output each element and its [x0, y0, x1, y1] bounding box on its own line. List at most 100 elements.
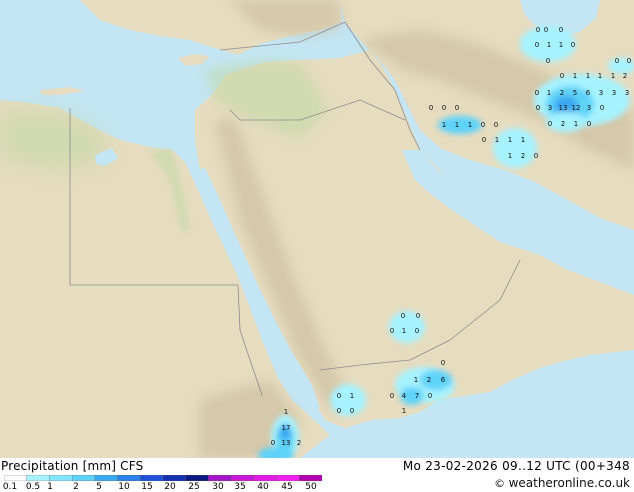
legend-tick: 5 — [96, 482, 102, 492]
legend-swatch — [4, 475, 28, 481]
map-area[interactable]: 0 0 0 0 1 1 0 0 0 0 0 1 1 1 1 2 0 1 2 5 6 3 3 3 0 3 13 12 3 0 0 2 1 0 0 0 0 1… — [0, 0, 634, 458]
precip-value-label: 0 — [441, 359, 445, 367]
precip-value-label: 1 — [442, 121, 446, 129]
precip-value-label: 3 — [612, 89, 616, 97]
precip-value-label: 0 — [337, 407, 341, 415]
precip-value-label: 2 — [297, 439, 301, 447]
precip-value-label: 0 — [494, 121, 498, 129]
precip-value-label: 1 — [598, 72, 602, 80]
precip-value-label: 1 — [468, 121, 472, 129]
legend-tick-labels: 0.1 0.5 1 2 5 10 15 20 25 30 35 40 45 50 — [0, 482, 340, 492]
precip-value-label: 0 — [401, 312, 405, 320]
precip-value-label: 0 — [559, 26, 563, 34]
precip-value-label: 1 — [586, 72, 590, 80]
precip-value-label: 0 — [548, 120, 552, 128]
precip-value-label: 0 — [534, 152, 538, 160]
precip-value-label: 0 — [429, 104, 433, 112]
precip-value-label: 0 — [271, 439, 275, 447]
legend-tick: 25 — [188, 482, 200, 492]
precip-value-label: 2 — [623, 72, 627, 80]
precip-value-label: 1 — [573, 72, 577, 80]
precip-value-label: 2 — [560, 89, 564, 97]
precip-value-label: 0 — [560, 72, 564, 80]
precip-value-label: 0 — [600, 104, 604, 112]
precip-value-label: 6 — [586, 89, 591, 97]
legend-swatch — [94, 475, 119, 481]
precip-value-label: 0 — [535, 89, 539, 97]
legend-swatch — [162, 475, 187, 481]
precip-value-label: 2 — [561, 120, 565, 128]
precip-value-label: 3 — [548, 104, 552, 112]
legend-tick: 1 — [47, 482, 53, 492]
legend-tick: 40 — [257, 482, 269, 492]
precip-value-label: 2 — [427, 376, 431, 384]
precip-value-label: 1 — [559, 41, 563, 49]
legend-tick: 10 — [118, 482, 130, 492]
legend-swatch — [208, 475, 232, 481]
precip-value-label: 12 — [572, 104, 581, 112]
precip-value-label: 0 — [390, 392, 394, 400]
precip-value-label: 0 — [587, 120, 591, 128]
precip-value-label: 0 — [481, 121, 485, 129]
precip-value-label: 0 — [337, 392, 341, 400]
legend-swatch — [230, 475, 255, 481]
precip-value-label: 7 — [415, 392, 419, 400]
precip-value-label: 1 — [508, 136, 512, 144]
precip-value-label: 17 — [282, 424, 291, 432]
precip-value-label: 0 — [536, 104, 540, 112]
precip-value-label: 0 — [442, 104, 446, 112]
precip-value-label: 0 — [415, 327, 419, 335]
precip-value-label: 1 — [350, 392, 354, 400]
precip-value-label: 0 — [535, 41, 539, 49]
legend-tick: 15 — [141, 482, 153, 492]
precip-value-label: 4 — [402, 392, 407, 400]
precip-value-label: 1 — [547, 41, 551, 49]
precip-value-label: 0 — [482, 136, 486, 144]
precip-value-label: 0 — [390, 327, 394, 335]
copyright[interactable]: © weatheronline.co.uk — [494, 476, 630, 490]
legend-swatch — [276, 475, 300, 481]
precip-value-label: 0 — [428, 392, 432, 400]
precip-value-label: 0 — [536, 26, 540, 34]
legend-tick: 45 — [281, 482, 293, 492]
precip-value-label: 0 — [627, 57, 631, 65]
precip-value-label: 5 — [573, 89, 577, 97]
precip-value-label: 13 — [282, 439, 291, 447]
precip-value-label: 1 — [414, 376, 418, 384]
legend-tick: 2 — [73, 482, 79, 492]
legend-tick: 35 — [234, 482, 246, 492]
precip-value-label: 1 — [521, 136, 525, 144]
legend-footer: Precipitation [mm] CFS Mo 23-02-2026 09.… — [0, 458, 634, 492]
precip-value-label: 3 — [587, 104, 591, 112]
forecast-datetime: Mo 23-02-2026 09..12 UTC (00+348 — [402, 459, 630, 473]
legend-swatch — [26, 475, 51, 481]
precip-value-label: 1 — [495, 136, 499, 144]
precip-value-label: 1 — [574, 120, 578, 128]
legend-tick: 50 — [305, 482, 317, 492]
legend-tick: 30 — [212, 482, 224, 492]
precip-value-label: 0 — [416, 312, 420, 320]
copyright-text: weatheronline.co.uk — [508, 476, 630, 490]
precip-value-label: 1 — [455, 121, 459, 129]
precip-value-label: 2 — [521, 152, 525, 160]
precip-value-label: 3 — [599, 89, 603, 97]
precip-value-label: 0 — [350, 407, 354, 415]
precip-value-label: 3 — [625, 89, 629, 97]
legend-title: Precipitation [mm] CFS — [1, 459, 144, 473]
precip-value-label: 1 — [508, 152, 512, 160]
legend-swatch — [140, 475, 164, 481]
precip-value-label: 0 — [544, 26, 548, 34]
precip-value-label: 1 — [284, 408, 288, 416]
precip-value-label: 0 — [546, 57, 550, 65]
precip-value-label: 1 — [611, 72, 615, 80]
precip-value-label: 0 — [455, 104, 459, 112]
legend-swatch — [117, 475, 141, 481]
legend-swatch — [71, 475, 96, 481]
precip-value-label: 1 — [547, 89, 551, 97]
precip-value-label: 0 — [571, 41, 575, 49]
legend-tick: 20 — [164, 482, 176, 492]
precip-value-label: 6 — [441, 376, 446, 384]
map-canvas: 0 0 00 1 1 00 0 00 1 1 1 1 20 1 2 5 6 3 3 30 3 13 12 3 00 2 1 00 0 01… — [0, 0, 634, 458]
precip-value-label: 1 — [402, 407, 406, 415]
copyright-icon: © — [494, 477, 509, 490]
